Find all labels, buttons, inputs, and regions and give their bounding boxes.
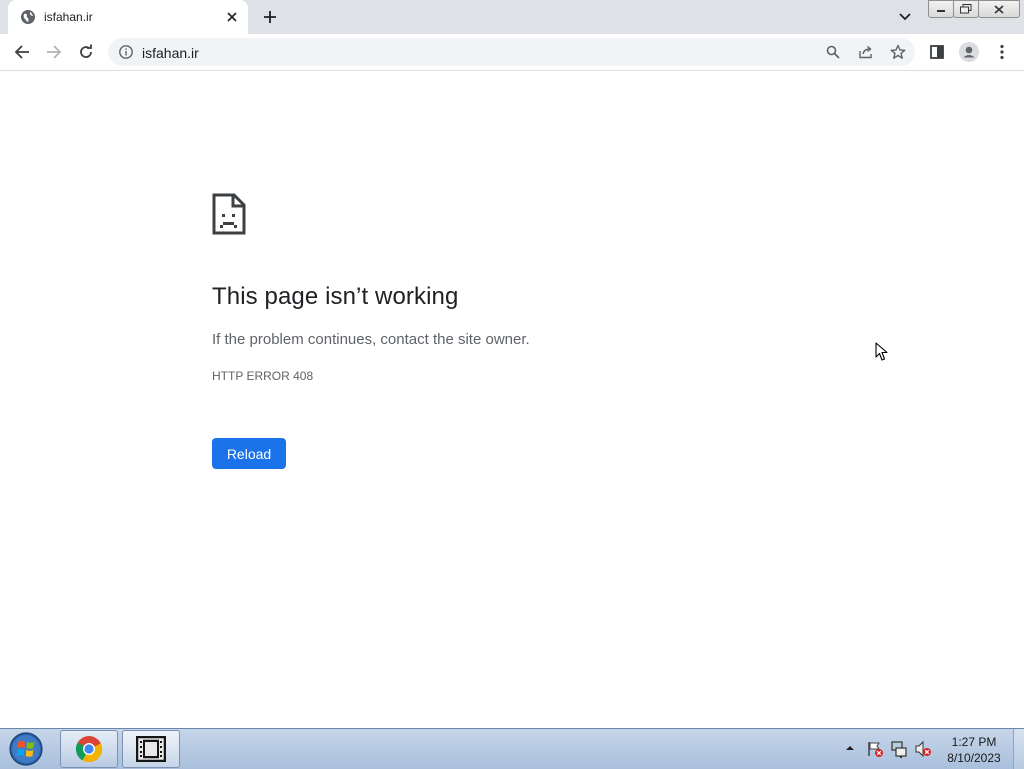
window-controls bbox=[928, 0, 1020, 18]
error-heading: This page isn’t working bbox=[212, 283, 459, 310]
mouse-cursor-icon bbox=[875, 342, 888, 361]
windows-start-icon[interactable] bbox=[6, 731, 46, 767]
system-clock[interactable]: 1:27 PM 8/10/2023 bbox=[940, 734, 1008, 766]
tab-search-button[interactable] bbox=[893, 6, 917, 28]
network-icon[interactable] bbox=[890, 740, 908, 758]
taskbar-media-button[interactable] bbox=[122, 730, 180, 768]
new-tab-button[interactable] bbox=[258, 6, 282, 28]
back-button[interactable] bbox=[8, 38, 36, 66]
show-hidden-icons-icon[interactable] bbox=[844, 743, 856, 753]
close-icon bbox=[994, 4, 1004, 14]
profile-button[interactable] bbox=[955, 38, 983, 66]
plus-icon bbox=[264, 11, 276, 23]
side-panel-button[interactable] bbox=[923, 38, 951, 66]
reload-toolbar-button[interactable] bbox=[72, 38, 100, 66]
show-desktop-button[interactable] bbox=[1013, 729, 1024, 769]
error-code: HTTP ERROR 408 bbox=[212, 369, 314, 383]
reload-button[interactable]: Reload bbox=[212, 438, 286, 469]
url-text[interactable]: isfahan.ir bbox=[142, 45, 199, 61]
share-icon[interactable] bbox=[855, 42, 877, 62]
forward-arrow-icon bbox=[47, 45, 62, 59]
tab-strip: isfahan.ir bbox=[0, 0, 1024, 34]
chrome-icon bbox=[75, 736, 102, 763]
taskbar-chrome-button[interactable] bbox=[60, 730, 118, 768]
chevron-down-icon bbox=[899, 13, 911, 21]
side-panel-icon bbox=[930, 45, 944, 59]
close-window-button[interactable] bbox=[978, 0, 1020, 18]
tab-close-icon[interactable] bbox=[222, 7, 242, 27]
back-arrow-icon bbox=[14, 45, 29, 59]
info-icon[interactable] bbox=[118, 44, 134, 60]
page-content: This page isn’t working If the problem c… bbox=[0, 71, 1024, 727]
avatar-icon bbox=[959, 42, 979, 62]
maximize-button[interactable] bbox=[953, 0, 979, 18]
bookmark-star-icon[interactable] bbox=[887, 42, 909, 62]
browser-tab[interactable]: isfahan.ir bbox=[8, 0, 248, 34]
menu-button[interactable] bbox=[988, 38, 1016, 66]
zoom-search-icon[interactable] bbox=[822, 42, 844, 62]
browser-toolbar: isfahan.ir bbox=[0, 34, 1024, 71]
volume-muted-icon[interactable] bbox=[914, 740, 932, 758]
minimize-icon bbox=[937, 10, 945, 12]
globe-icon bbox=[21, 10, 35, 24]
action-center-flag-icon[interactable] bbox=[866, 740, 884, 758]
restore-icon bbox=[960, 4, 972, 14]
more-vert-icon bbox=[1000, 44, 1004, 60]
refresh-icon bbox=[80, 44, 92, 58]
tab-title: isfahan.ir bbox=[44, 10, 93, 24]
sad-document-icon bbox=[212, 193, 246, 235]
taskbar: 1:27 PM 8/10/2023 bbox=[0, 728, 1024, 769]
minimize-button[interactable] bbox=[928, 0, 954, 18]
media-player-icon bbox=[136, 736, 166, 762]
error-message: If the problem continues, contact the si… bbox=[212, 331, 530, 348]
clock-time: 1:27 PM bbox=[951, 735, 997, 749]
forward-button[interactable] bbox=[40, 38, 68, 66]
clock-date: 8/10/2023 bbox=[947, 751, 1001, 765]
address-bar[interactable]: isfahan.ir bbox=[108, 38, 915, 66]
